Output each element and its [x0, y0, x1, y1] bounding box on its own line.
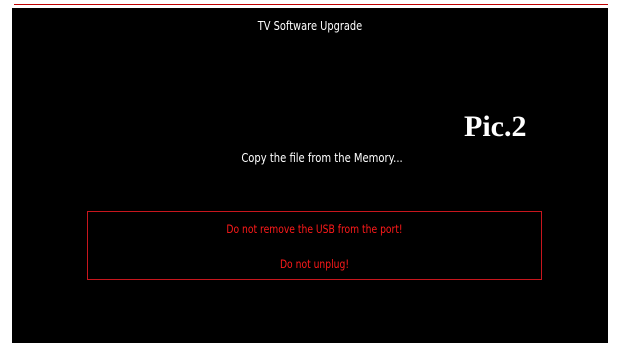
warning-unplug-text: Do not unplug! — [279, 257, 350, 271]
tv-upgrade-screen: TV Software Upgrade Pic.2 Copy the file … — [12, 8, 608, 343]
warning-box: Do not remove the USB from the port! Do … — [87, 211, 542, 280]
top-divider-line — [14, 4, 608, 5]
screen-title: TV Software Upgrade — [257, 19, 363, 33]
warning-usb-text: Do not remove the USB from the port! — [226, 222, 403, 236]
status-message: Copy the file from the Memory... — [241, 150, 403, 165]
picture-label: Pic.2 — [464, 110, 527, 143]
